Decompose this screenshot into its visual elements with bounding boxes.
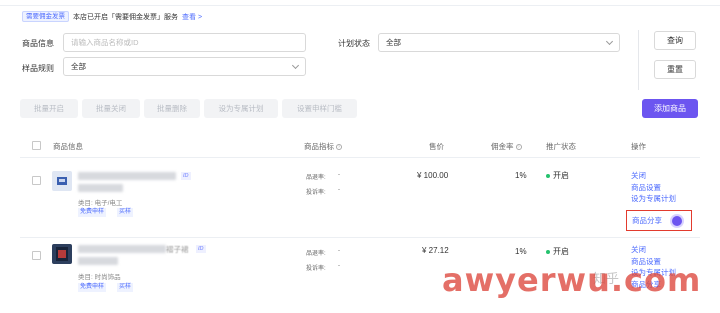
complaint-rate-label: 投诉率: bbox=[306, 266, 326, 272]
promo-status-text: 开启 bbox=[553, 171, 569, 180]
product-title-redacted bbox=[78, 245, 166, 253]
table-header: 商品信息 商品指标? 售价 佣金率? 推广状态 操作 bbox=[20, 134, 700, 158]
product-title-redacted bbox=[78, 184, 123, 192]
sample-rule-value: 全部 bbox=[71, 62, 86, 71]
product-thumbnail[interactable] bbox=[52, 244, 72, 264]
promo-status-text: 开启 bbox=[553, 247, 569, 256]
help-icon[interactable]: ? bbox=[515, 144, 522, 151]
close-action[interactable]: 关闭 bbox=[631, 244, 676, 256]
set-exclusive-plan-button[interactable]: 设为专属计划 bbox=[204, 99, 278, 118]
set-exclusive-action[interactable]: 设为专属计划 bbox=[631, 193, 676, 205]
status-dot-icon bbox=[546, 173, 550, 178]
product-id-tag[interactable]: ID bbox=[181, 172, 191, 180]
header-product-info: 商品信息 bbox=[53, 142, 83, 151]
header-product-metrics: 商品指标? bbox=[304, 141, 342, 152]
complaint-rate-label: 投诉率: bbox=[306, 190, 326, 196]
row-checkbox[interactable] bbox=[32, 176, 41, 185]
product-category: 类目: 时尚饰品 bbox=[78, 274, 121, 281]
help-icon[interactable]: ? bbox=[336, 144, 342, 151]
promo-status: 开启 bbox=[546, 170, 569, 181]
return-rate-value: - bbox=[338, 172, 340, 178]
status-dot-icon bbox=[546, 249, 550, 254]
return-rate-label: 品退率: bbox=[306, 175, 326, 181]
plan-status-select[interactable]: 全部 bbox=[378, 33, 620, 52]
complaint-rate-value: - bbox=[338, 263, 340, 269]
free-sample-tag: 免费申样 bbox=[78, 283, 107, 292]
product-search-input[interactable]: 请输入商品名称或ID bbox=[63, 33, 306, 52]
return-rate-label: 品退率: bbox=[306, 251, 326, 257]
set-sample-threshold-button[interactable]: 设置申样门槛 bbox=[282, 99, 357, 118]
invoice-tag: 需要佣金发票 bbox=[22, 11, 69, 22]
product-price: ¥ 100.00 bbox=[417, 171, 449, 180]
add-product-button[interactable]: 添加商品 bbox=[642, 99, 698, 118]
plan-status-label: 计划状态 bbox=[338, 39, 370, 48]
product-category: 类目: 电子/电工 bbox=[78, 200, 123, 207]
invoice-notice: 需要佣金发票 本店已开启「需要佣金发票」服务 查看 > bbox=[22, 11, 202, 22]
product-price: ¥ 27.12 bbox=[422, 246, 449, 255]
product-image-icon bbox=[56, 247, 68, 261]
product-image-icon bbox=[57, 177, 67, 185]
filter-divider bbox=[638, 30, 639, 90]
promo-status: 开启 bbox=[546, 246, 569, 257]
batch-close-button[interactable]: 批量关闭 bbox=[82, 99, 140, 118]
batch-delete-button[interactable]: 批量删除 bbox=[144, 99, 200, 118]
product-title-fragment: 褶子裙 bbox=[166, 245, 189, 254]
return-rate-value: - bbox=[338, 248, 340, 254]
chevron-down-icon bbox=[291, 61, 300, 69]
header-promo-status: 推广状态 bbox=[546, 142, 576, 151]
product-search-placeholder: 请输入商品名称或ID bbox=[71, 38, 139, 47]
product-id-tag[interactable]: ID bbox=[196, 245, 206, 253]
commission-rate: 1% bbox=[515, 171, 527, 180]
product-settings-action[interactable]: 商品设置 bbox=[631, 182, 676, 194]
header-actions: 操作 bbox=[631, 142, 646, 151]
sample-rule-select[interactable]: 全部 bbox=[63, 57, 306, 76]
table-row: ID 类目: 电子/电工 免费申样 买样 品退率: - 投诉率: - ¥ 100… bbox=[20, 160, 700, 236]
product-info-label: 商品信息 bbox=[22, 39, 54, 48]
batch-open-button[interactable]: 批量开启 bbox=[20, 99, 78, 118]
commission-rate: 1% bbox=[515, 247, 527, 256]
buy-sample-tag: 买样 bbox=[117, 283, 134, 292]
header-price: 售价 bbox=[429, 142, 444, 151]
plan-status-value: 全部 bbox=[386, 38, 401, 47]
header-product-metrics-label: 商品指标 bbox=[304, 142, 334, 151]
row-divider bbox=[20, 237, 700, 238]
buy-sample-tag: 买样 bbox=[117, 208, 134, 217]
select-all-checkbox[interactable] bbox=[32, 141, 41, 150]
complaint-rate-value: - bbox=[338, 187, 340, 193]
site-watermark: awyerwu.com bbox=[442, 261, 702, 299]
top-divider bbox=[0, 0, 720, 6]
header-commission: 佣金率? bbox=[491, 141, 522, 152]
share-toggle-icon[interactable] bbox=[672, 216, 682, 226]
view-invoice-link[interactable]: 查看 > bbox=[182, 12, 202, 22]
sample-rule-label: 样品规则 bbox=[22, 64, 54, 73]
product-title-redacted bbox=[78, 257, 118, 265]
search-button[interactable]: 查询 bbox=[654, 31, 696, 50]
free-sample-tag: 免费申样 bbox=[78, 208, 107, 217]
reset-button[interactable]: 重置 bbox=[654, 60, 696, 79]
product-title-redacted bbox=[78, 172, 176, 180]
row-actions: 关闭 商品设置 设为专属计划 bbox=[631, 170, 676, 205]
row-checkbox[interactable] bbox=[32, 251, 41, 260]
invoice-notice-text: 本店已开启「需要佣金发票」服务 bbox=[73, 13, 178, 21]
close-action[interactable]: 关闭 bbox=[631, 170, 676, 182]
share-product-action[interactable]: 商品分享 bbox=[632, 215, 662, 226]
header-commission-label: 佣金率 bbox=[491, 142, 514, 151]
chevron-down-icon bbox=[605, 37, 614, 45]
product-thumbnail[interactable] bbox=[52, 171, 72, 191]
